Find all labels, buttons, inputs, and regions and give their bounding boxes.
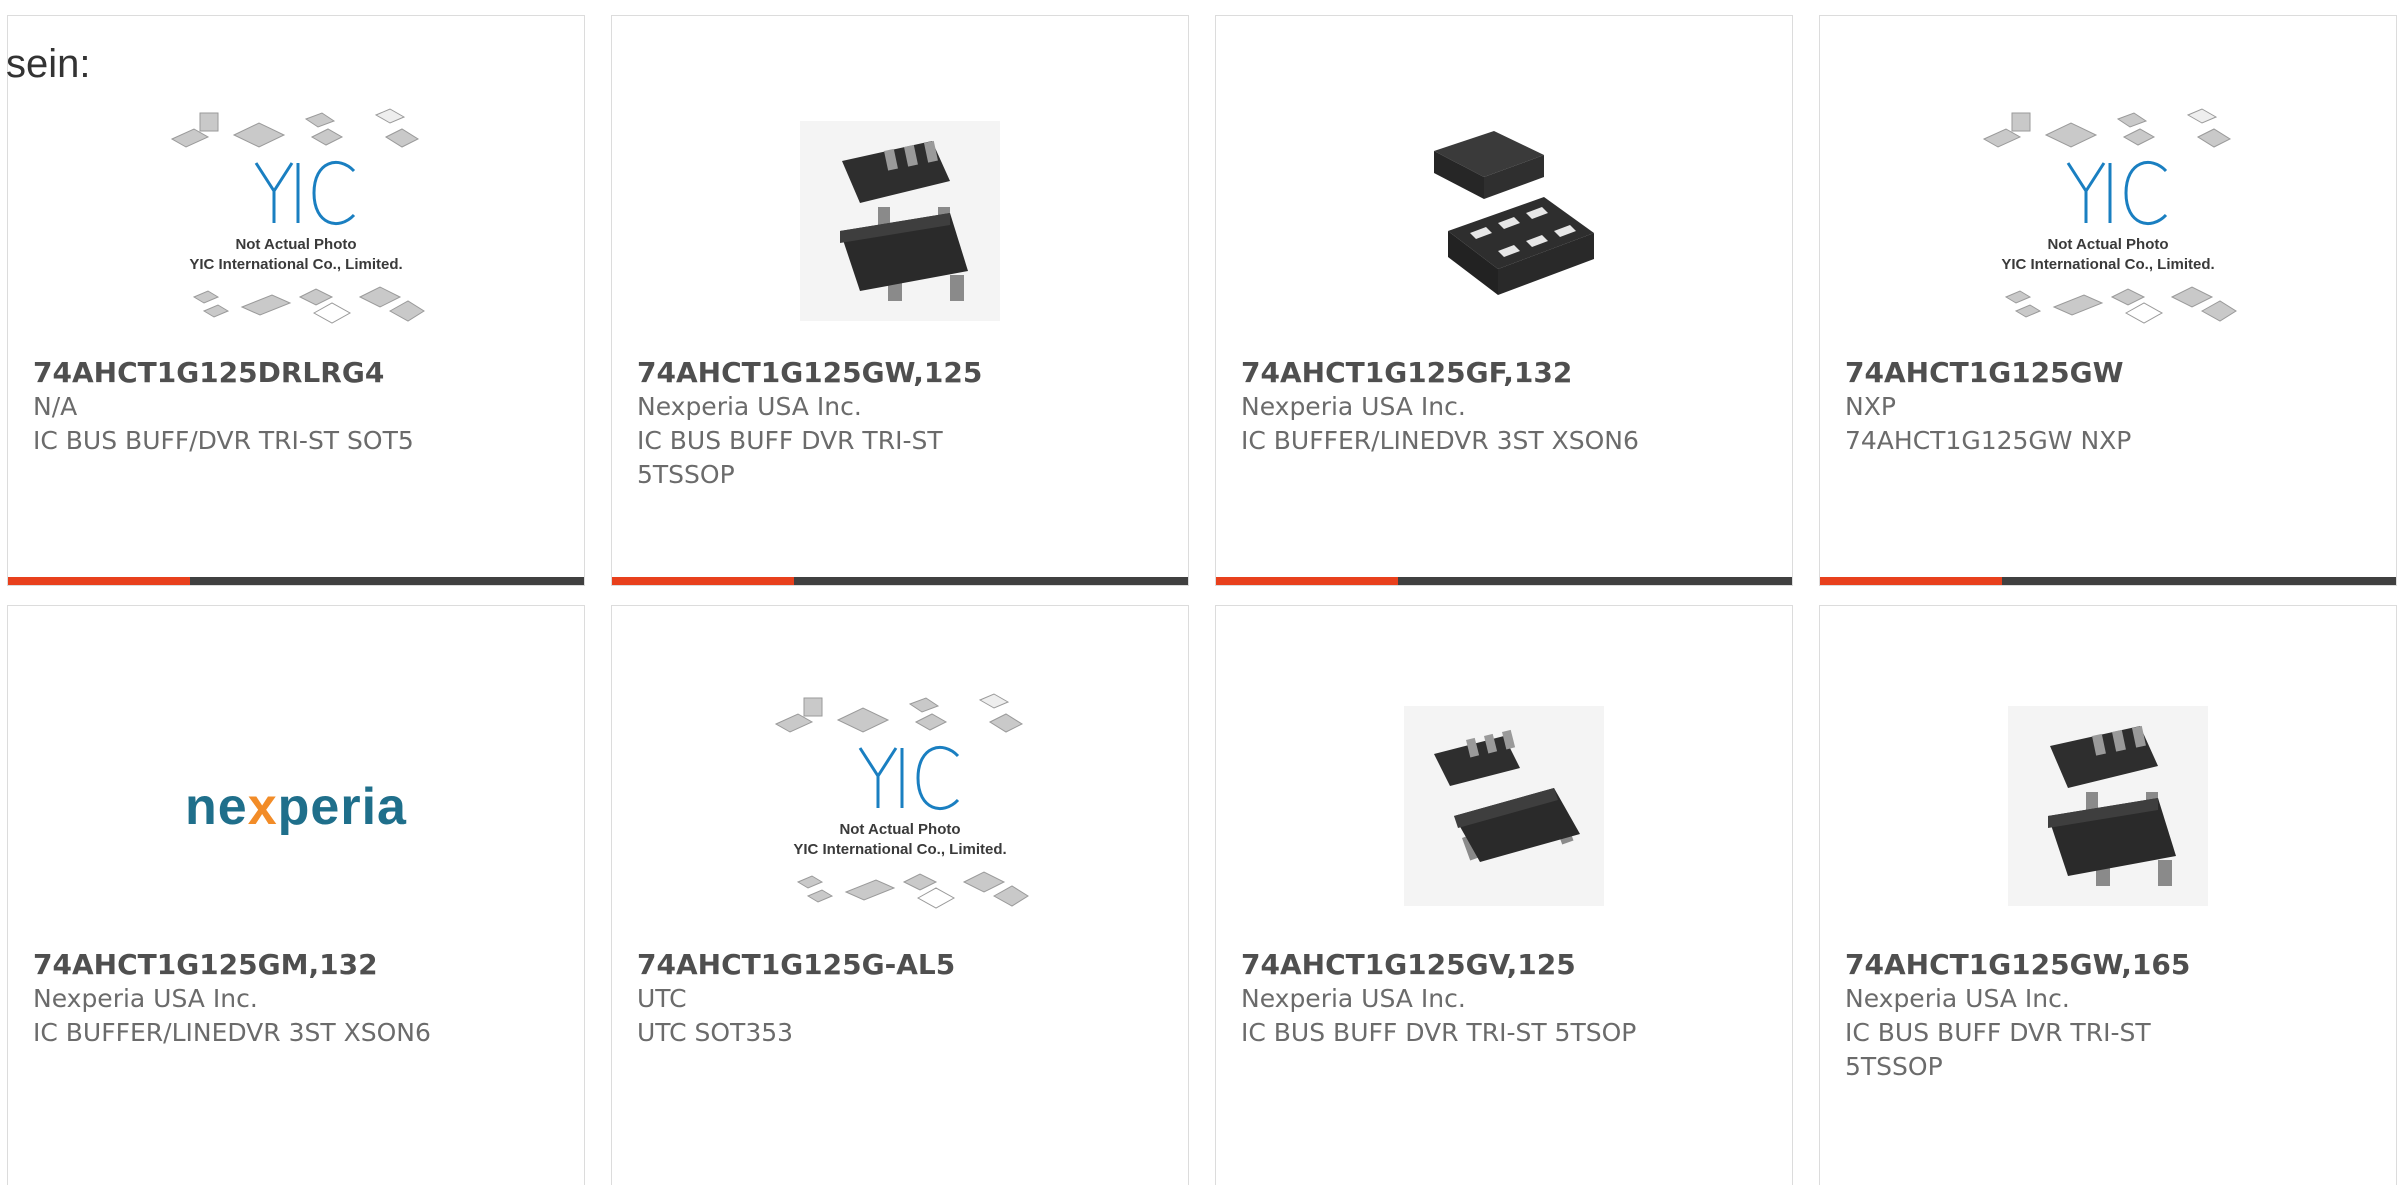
lead-text: sein:: [6, 42, 91, 86]
manufacturer: Nexperia USA Inc.: [1241, 392, 1466, 421]
description: UTC SOT353: [637, 1018, 794, 1047]
product-image[interactable]: Not Actual Photo YIC International Co., …: [1976, 101, 2240, 341]
description: IC BUFFER/LINEDVR 3ST XSON6: [33, 1018, 431, 1047]
part-number[interactable]: 74AHCT1G125GW: [1845, 356, 2265, 390]
product-card[interactable]: Not Actual Photo YIC International Co., …: [611, 605, 1189, 1185]
part-number[interactable]: 74AHCT1G125GW,165: [1845, 948, 2265, 982]
product-card[interactable]: 74AHCT1G125GW,165 Nexperia USA Inc. IC B…: [1819, 605, 2397, 1185]
product-image[interactable]: [768, 101, 1032, 341]
product-image[interactable]: Not Actual Photo YIC International Co., …: [164, 101, 428, 341]
nexperia-logo: nexperia: [185, 778, 407, 836]
description: IC BUFFER/LINEDVR 3ST XSON6: [1241, 426, 1639, 455]
description: 74AHCT1G125GW NXP: [1845, 426, 2132, 455]
product-grid: Not Actual Photo YIC International Co., …: [0, 0, 2400, 1185]
yic-placeholder-image: Not Actual Photo YIC International Co., …: [170, 108, 425, 324]
product-image[interactable]: nexperia: [164, 686, 428, 926]
manufacturer: Nexperia USA Inc.: [33, 984, 258, 1013]
description: IC BUS BUFF DVR TRI-ST 5TSSOP: [1845, 1018, 2151, 1081]
card-accent-bar: [8, 577, 584, 585]
description: IC BUS BUFF DVR TRI-ST 5TSSOP: [637, 426, 943, 489]
part-number[interactable]: 74AHCT1G125GM,132: [33, 948, 453, 982]
yic-label-1: Not Actual Photo: [235, 236, 356, 253]
yic-label-1: Not Actual Photo: [839, 821, 960, 838]
product-card[interactable]: Not Actual Photo YIC International Co., …: [7, 15, 585, 586]
card-accent-bar: [1820, 577, 2396, 585]
yic-label-2: YIC International Co., Limited.: [189, 256, 402, 273]
manufacturer: NXP: [1845, 392, 1896, 421]
part-number[interactable]: 74AHCT1G125G-AL5: [637, 948, 1057, 982]
part-number[interactable]: 74AHCT1G125GW,125: [637, 356, 1057, 390]
product-image[interactable]: Not Actual Photo YIC International Co., …: [768, 686, 1032, 926]
description: IC BUS BUFF DVR TRI-ST 5TSOP: [1241, 1018, 1637, 1047]
product-card[interactable]: nexperia 74AHCT1G125GM,132 Nexperia USA …: [7, 605, 585, 1185]
nexperia-logo-text: nexperia: [185, 778, 407, 836]
xson-package-image: [1434, 131, 1594, 295]
sot-package-image: [1404, 706, 1604, 906]
yic-label-1: Not Actual Photo: [2047, 236, 2168, 253]
part-number[interactable]: 74AHCT1G125GV,125: [1241, 948, 1661, 982]
yic-placeholder-image: Not Actual Photo YIC International Co., …: [1982, 108, 2237, 324]
product-image[interactable]: [1372, 686, 1636, 926]
yic-placeholder-image: Not Actual Photo YIC International Co., …: [774, 693, 1029, 909]
sot-package-image: [800, 121, 1000, 321]
yic-label-2: YIC International Co., Limited.: [793, 841, 1006, 858]
product-card[interactable]: 74AHCT1G125GF,132 Nexperia USA Inc. IC B…: [1215, 15, 1793, 586]
card-accent-bar: [1216, 577, 1792, 585]
manufacturer: Nexperia USA Inc.: [1845, 984, 2070, 1013]
yic-label-2: YIC International Co., Limited.: [2001, 256, 2214, 273]
card-accent-bar: [612, 577, 1188, 585]
manufacturer: Nexperia USA Inc.: [637, 392, 862, 421]
product-card[interactable]: 74AHCT1G125GV,125 Nexperia USA Inc. IC B…: [1215, 605, 1793, 1185]
manufacturer: Nexperia USA Inc.: [1241, 984, 1466, 1013]
sot-package-image: [2008, 706, 2208, 906]
product-image[interactable]: [1372, 101, 1636, 341]
manufacturer: N/A: [33, 392, 78, 421]
part-number[interactable]: 74AHCT1G125DRLRG4: [33, 356, 453, 390]
description: IC BUS BUFF/DVR TRI-ST SOT5: [33, 426, 414, 455]
product-card[interactable]: 74AHCT1G125GW,125 Nexperia USA Inc. IC B…: [611, 15, 1189, 586]
part-number[interactable]: 74AHCT1G125GF,132: [1241, 356, 1661, 390]
product-image[interactable]: [1976, 686, 2240, 926]
product-card[interactable]: Not Actual Photo YIC International Co., …: [1819, 15, 2397, 586]
manufacturer: UTC: [637, 984, 687, 1013]
